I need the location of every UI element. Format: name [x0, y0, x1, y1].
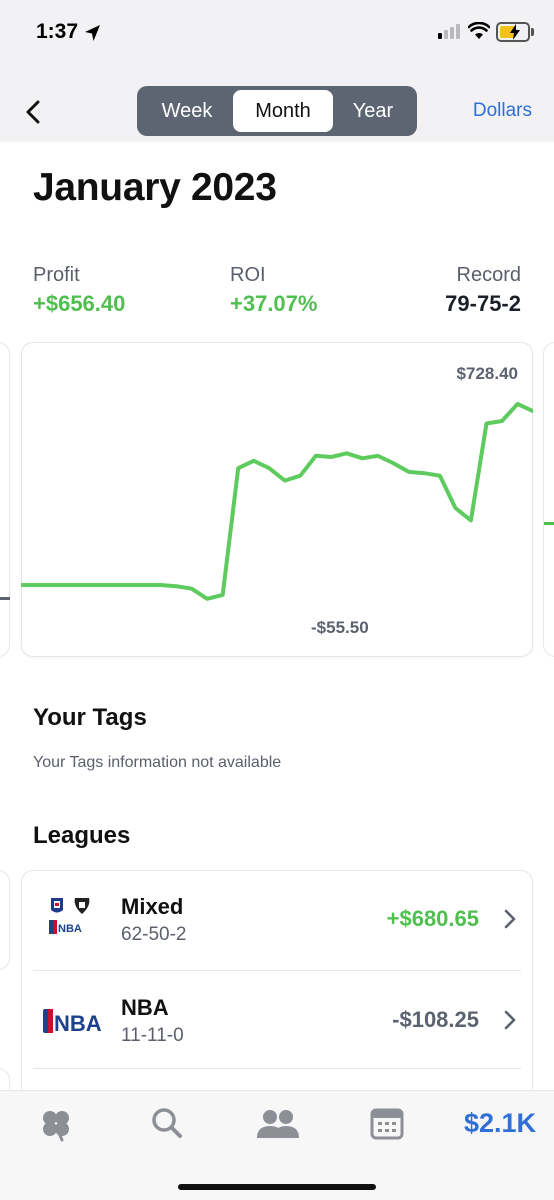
svg-text:NBA: NBA	[58, 923, 82, 935]
home-indicator	[178, 1184, 376, 1190]
segment-month[interactable]: Month	[233, 90, 333, 132]
svg-text:NBA: NBA	[54, 1011, 101, 1036]
cellular-signal-icon	[438, 24, 460, 39]
league-row-nba[interactable]: NBA NBA 11-11-0 -$108.25	[33, 970, 521, 1070]
league-amount: +$680.65	[386, 906, 479, 931]
tags-heading: Your Tags	[33, 704, 147, 731]
record-value: 79-75-2	[445, 291, 521, 316]
chevron-right-icon	[504, 1010, 516, 1030]
location-arrow-icon	[85, 25, 100, 41]
roi-label: ROI	[230, 264, 266, 286]
status-time: 1:37	[36, 20, 79, 43]
profit-label: Profit	[33, 264, 80, 286]
bankroll-balance-button[interactable]: $2.1K	[464, 1108, 536, 1139]
back-chevron-icon[interactable]	[22, 98, 46, 126]
people-icon[interactable]	[256, 1106, 300, 1142]
league-amount: -$108.25	[392, 1007, 479, 1032]
calendar-icon[interactable]	[370, 1106, 404, 1140]
league-name: Mixed	[121, 894, 184, 919]
profit-value: +$656.40	[33, 291, 126, 316]
profit-stat: Profit +$656.40	[33, 264, 125, 317]
league-side-card	[0, 870, 10, 970]
segment-week[interactable]: Week	[141, 90, 233, 132]
leagues-heading: Leagues	[33, 822, 131, 849]
segment-year[interactable]: Year	[333, 90, 413, 132]
nba-logo-icon: NBA	[43, 1009, 101, 1036]
period-segmented-control: Week Month Year	[137, 86, 417, 136]
previous-period-card[interactable]	[0, 342, 10, 657]
record-label: Record	[456, 264, 521, 286]
roi-value: +37.07%	[230, 291, 318, 316]
record-stat: Record 79-75-2	[445, 264, 521, 317]
previous-card-line	[0, 597, 10, 600]
dollars-toggle-button[interactable]: Dollars	[473, 100, 532, 122]
next-period-card[interactable]	[543, 342, 554, 657]
clover-icon[interactable]	[38, 1106, 74, 1142]
roi-stat: ROI +37.07%	[230, 264, 317, 317]
profit-series-line	[21, 402, 533, 601]
mixed-leagues-logo-icon: NBA	[49, 898, 90, 935]
profit-line-chart	[21, 402, 533, 601]
search-icon[interactable]	[150, 1106, 184, 1142]
next-card-line	[544, 522, 554, 525]
page-title: January 2023	[33, 166, 277, 209]
league-name: NBA	[121, 995, 169, 1020]
chart-max-label: $728.40	[456, 364, 518, 383]
battery-icon	[496, 22, 530, 42]
chevron-right-icon	[504, 909, 516, 929]
league-record: 11-11-0	[121, 1025, 184, 1046]
battery-tip	[531, 28, 534, 36]
tags-empty-message: Your Tags information not available	[33, 754, 282, 771]
chart-min-label: -$55.50	[311, 618, 369, 637]
wifi-icon	[468, 22, 490, 39]
league-record: 62-50-2	[121, 924, 187, 945]
league-row-mixed[interactable]: NBA Mixed 62-50-2 +$680.65	[33, 870, 521, 970]
